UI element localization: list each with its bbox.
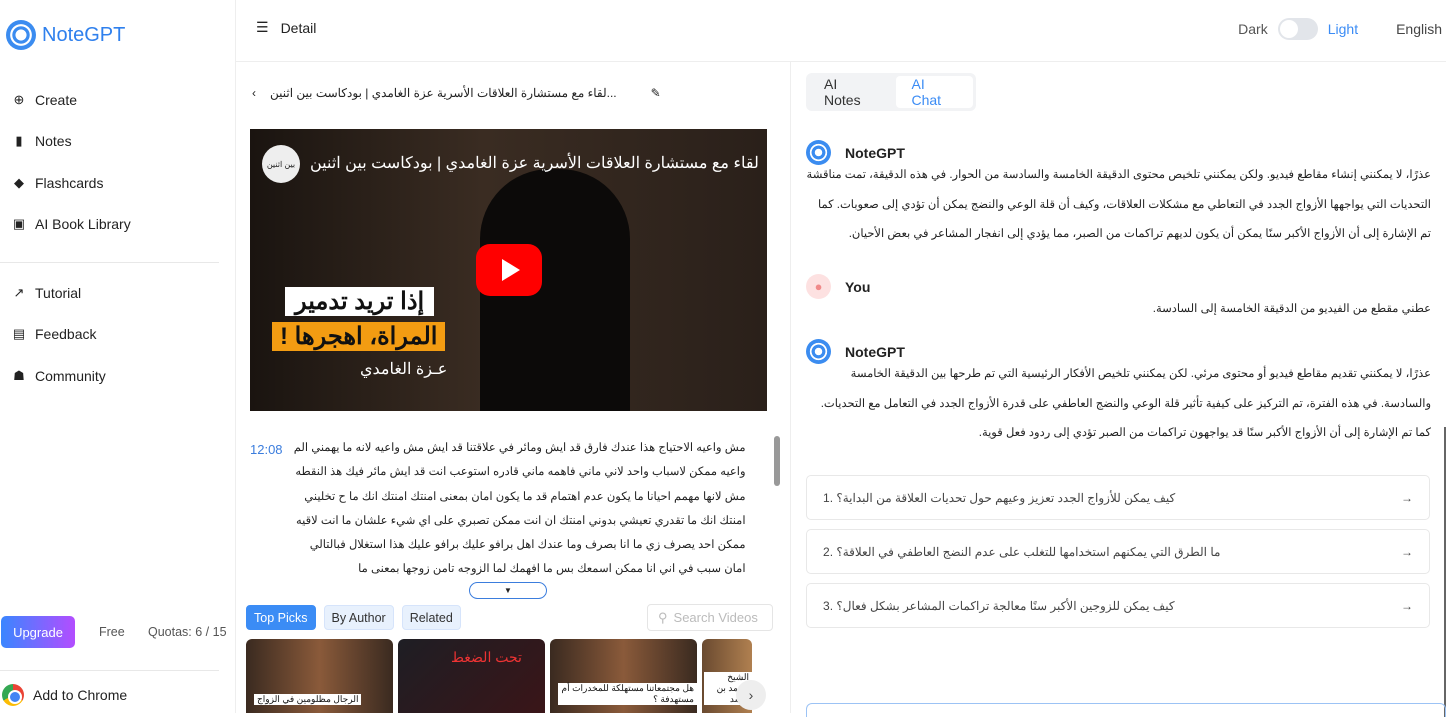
sidebar: NoteGPT ⊕ Create ▮ Notes ◆ Flashcards ▣ AI B…: [0, 0, 236, 713]
user-avatar: ●: [806, 274, 831, 299]
chat-message: ● You عطني مقطع من الفيديو من الدقيقة الخ…: [806, 274, 1431, 325]
logo[interactable]: NoteGPT: [6, 20, 125, 50]
suggested-question[interactable]: ما الطرق التي يمكنهم استخدامها للتغلب عل…: [806, 529, 1430, 574]
chat-message: NoteGPT عذرًا، لا يمكنني إنشاء مقاطع فيد…: [806, 140, 1431, 250]
video-thumbnail[interactable]: تحت الضغط: [398, 639, 545, 713]
plan-label: Free: [99, 625, 125, 639]
sidebar-item-feedback[interactable]: ▤ Feedback: [12, 314, 222, 356]
play-button-icon[interactable]: [476, 244, 542, 296]
notegpt-logo-icon: [6, 20, 36, 50]
message-text: عذرًا، لا يمكنني إنشاء مقاطع فيديو. ولكن…: [806, 169, 1431, 240]
sidebar-item-label: Create: [35, 91, 78, 108]
suggested-question[interactable]: كيف يمكن للزوجين الأكبر سنًا معالجة تراك…: [806, 583, 1430, 628]
community-icon: ☗: [13, 367, 25, 383]
message-text: عذرًا، لا يمكنني تقديم مقاطع فيديو أو مح…: [820, 368, 1431, 439]
search-videos-input[interactable]: ⚲ Search Videos: [647, 604, 773, 631]
page-title: Detail: [280, 19, 317, 36]
search-placeholder: Search Videos: [673, 610, 758, 625]
arrow-right-icon: →: [1401, 598, 1413, 613]
plus-circle-icon: ⊕: [13, 91, 25, 107]
video-caption: إذا تريد تدمير: [285, 287, 435, 316]
sidebar-item-label: AI Book Library: [35, 216, 131, 233]
sidebar-item-label: Tutorial: [35, 284, 82, 301]
language-selector[interactable]: English: [1396, 21, 1442, 37]
upgrade-button[interactable]: Upgrade: [1, 616, 75, 648]
suggestion-text: ما الطرق التي يمكنهم استخدامها للتغلب عل…: [823, 544, 1221, 559]
book-icon: ▣: [12, 216, 26, 232]
light-label: Light: [1327, 21, 1359, 37]
theme-toggle[interactable]: [1277, 18, 1318, 40]
notebook-icon: ▮: [15, 133, 23, 149]
sidebar-item-tutorial[interactable]: ↗ Tutorial: [12, 272, 222, 314]
video-caption: عـزة الغامدي: [360, 361, 448, 378]
thumbnail-caption: الرجال مظلومين في الزواج: [254, 694, 362, 705]
suggestion-text: كيف يمكن للأزواج الجدد تعزيز وعيهم حول ت…: [823, 490, 1176, 505]
header: ☰ Detail Dark Light English: [236, 0, 1446, 62]
document-icon: ▤: [12, 326, 26, 342]
sidebar-item-community[interactable]: ☗ Community: [12, 355, 222, 397]
tab-top-picks[interactable]: Top Picks: [246, 605, 316, 630]
video-panel: ‹ ...لقاء مع مستشارة العلاقات الأسرية عز…: [236, 62, 791, 713]
sidebar-item-label: Feedback: [35, 326, 97, 343]
transcript-scrollbar[interactable]: [774, 436, 780, 486]
main-nav: ⊕ Create ▮ Notes ◆ Flashcards ▣ AI Book Libr…: [12, 79, 222, 245]
tab-ai-chat[interactable]: AI Chat: [896, 76, 973, 108]
sidebar-item-create[interactable]: ⊕ Create: [12, 79, 222, 121]
chat-panel: AI Notes AI Chat NoteGPT عذرًا، لا يمكنن…: [791, 62, 1446, 717]
message-sender: NoteGPT: [845, 144, 905, 161]
tab-by-author[interactable]: By Author: [323, 605, 394, 630]
chat-message: NoteGPT عذرًا، لا يمكنني تقديم مقاطع فيد…: [806, 339, 1431, 449]
message-text: عطني مقطع من الفيديو من الدقيقة الخامسة …: [1152, 303, 1431, 315]
app-name: NoteGPT: [42, 23, 126, 46]
message-sender: You: [845, 278, 871, 295]
collapse-toggle[interactable]: ▼: [469, 582, 547, 599]
notegpt-avatar: [806, 339, 831, 364]
sidebar-item-ai-book-library[interactable]: ▣ AI Book Library: [12, 204, 222, 246]
message-sender: NoteGPT: [845, 343, 905, 360]
arrow-right-icon: →: [1401, 490, 1413, 505]
divider: [0, 262, 219, 263]
arrow-right-icon: →: [1401, 544, 1413, 559]
tab-ai-notes[interactable]: AI Notes: [809, 76, 892, 108]
secondary-nav: ↗ Tutorial ▤ Feedback ☗ Community: [12, 272, 222, 397]
channel-avatar[interactable]: بين اثنين: [262, 145, 300, 183]
sidebar-item-label: Flashcards: [35, 174, 104, 191]
sidebar-item-flashcards[interactable]: ◆ Flashcards: [12, 162, 222, 204]
video-overlay-title: لقاء مع مستشارة العلاقات الأسرية عزة الغ…: [310, 155, 759, 172]
tab-related[interactable]: Related: [401, 605, 461, 630]
transcript-segment: 12:08 مش واعيه الاحتياج هذا عندك فارق قد…: [250, 436, 770, 582]
thumbnail-caption: تحت الضغط: [451, 649, 522, 665]
back-chevron-icon[interactable]: ‹: [252, 86, 256, 100]
add-to-chrome-label: Add to Chrome: [33, 687, 128, 703]
edit-pencil-icon[interactable]: ✎: [651, 86, 661, 100]
suggestion-text: كيف يمكن للزوجين الأكبر سنًا معالجة تراك…: [823, 598, 1175, 613]
sidebar-item-notes[interactable]: ▮ Notes: [12, 121, 222, 163]
search-icon: ⚲: [658, 609, 668, 625]
chat-input[interactable]: [806, 703, 1446, 717]
video-thumbnail[interactable]: هل مجتمعاتنا مستهلكة للمخدرات أم مستهدفة…: [550, 639, 697, 713]
thumbnail-caption: هل مجتمعاتنا مستهلكة للمخدرات أم مستهدفة…: [558, 683, 697, 705]
sidebar-item-label: Community: [35, 367, 106, 384]
suggested-question[interactable]: كيف يمكن للأزواج الجدد تعزيز وعيهم حول ت…: [806, 475, 1430, 520]
caret-down-icon: ▼: [504, 586, 512, 595]
sidebar-item-label: Notes: [35, 133, 72, 150]
chrome-icon: [2, 684, 24, 706]
video-title: ...لقاء مع مستشارة العلاقات الأسرية عزة …: [270, 86, 617, 100]
transcript-timestamp[interactable]: 12:08: [250, 436, 283, 582]
video-caption: المراة، اهجرها !: [272, 322, 446, 351]
video-player[interactable]: بين اثنين لقاء مع مستشارة العلاقات الأسر…: [250, 129, 767, 411]
quota-label: Quotas: 6 / 15: [148, 625, 227, 639]
menu-icon[interactable]: ☰: [256, 19, 269, 36]
dark-label: Dark: [1238, 21, 1268, 37]
add-to-chrome-link[interactable]: Add to Chrome: [2, 684, 127, 706]
transcript-text: مش واعيه الاحتياج هذا عندك فارق قد ايش و…: [293, 442, 746, 576]
divider: [0, 670, 219, 671]
video-thumbnail[interactable]: الرجال مظلومين في الزواج: [246, 639, 393, 713]
external-link-icon: ↗: [13, 284, 25, 300]
next-chevron-button[interactable]: ›: [736, 680, 766, 710]
flashcards-icon: ◆: [14, 174, 24, 190]
